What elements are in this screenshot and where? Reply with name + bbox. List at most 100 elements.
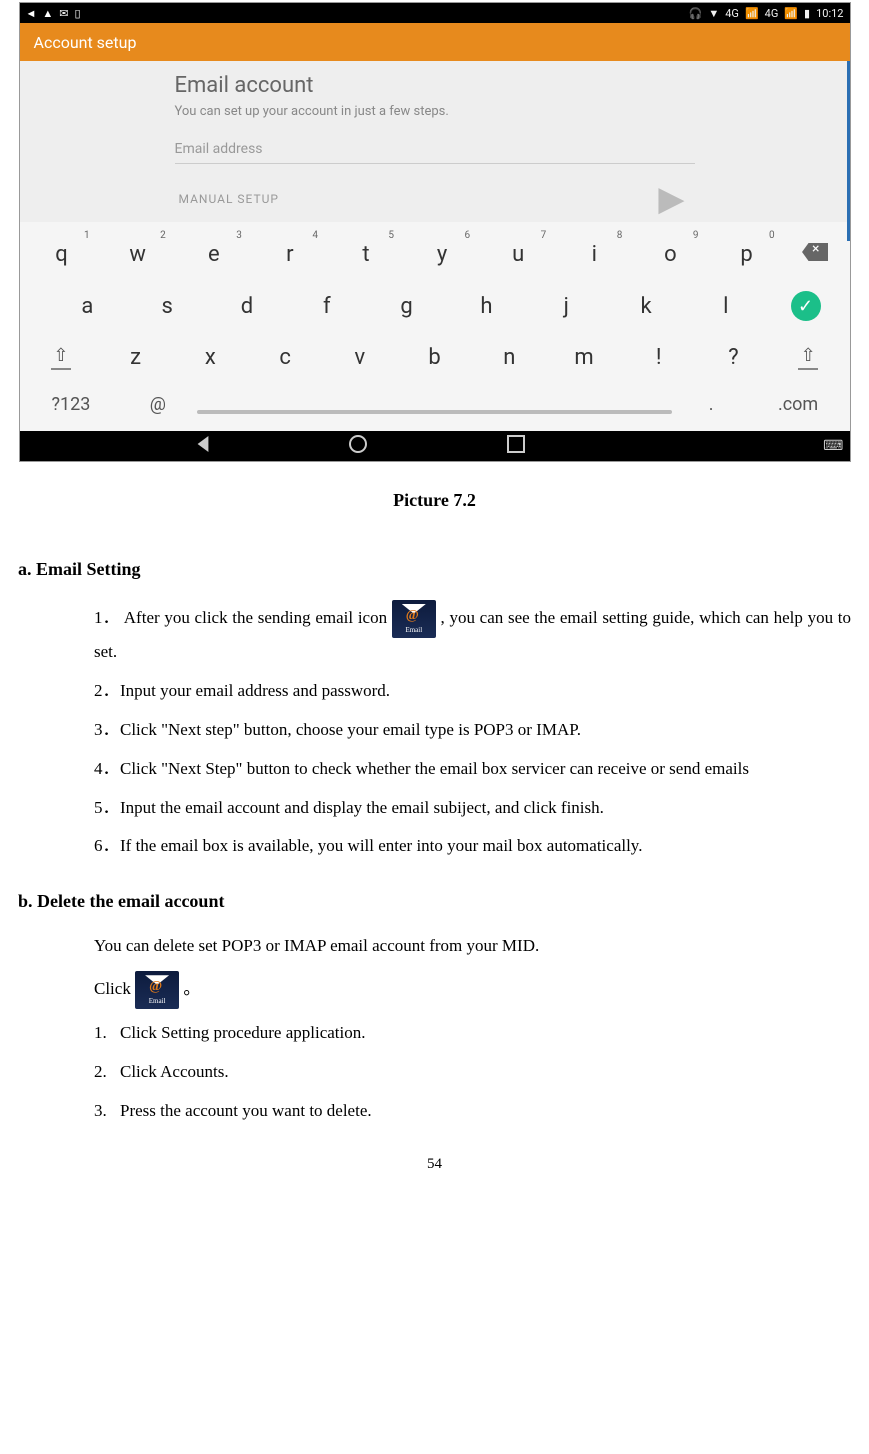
item-number: 1. — [94, 1019, 120, 1048]
key-l[interactable]: l — [686, 284, 766, 329]
period-key[interactable]: . — [672, 384, 751, 425]
form-title: Email account — [175, 73, 695, 98]
key-i[interactable]: 8i — [556, 232, 632, 277]
list-item: 3.Press the account you want to delete. — [94, 1097, 851, 1126]
item-text: Click "Next Step" button to check whethe… — [120, 759, 749, 778]
signal-4g-1: 4G — [725, 7, 739, 20]
signal-icon-2: 📶 — [784, 7, 798, 20]
list-item: 3．Click "Next step" button, choose your … — [94, 716, 851, 745]
enter-key[interactable]: ✓ — [766, 281, 846, 331]
app-bar: Account setup — [20, 23, 850, 61]
at-key[interactable]: @ — [118, 384, 197, 425]
sim-status-icon: ▯ — [75, 7, 81, 20]
key-b[interactable]: b — [397, 335, 472, 380]
item-text-pre: After you click the sending email icon — [124, 608, 392, 627]
key-w[interactable]: 2w — [100, 232, 176, 277]
status-left: ◄ ▲ ✉ ▯ — [26, 7, 81, 20]
right-edge-indicator — [847, 61, 850, 241]
key-?[interactable]: ? — [696, 335, 771, 380]
key-g[interactable]: g — [367, 284, 447, 329]
key-m[interactable]: m — [547, 335, 622, 380]
status-time: 10:12 — [816, 7, 843, 20]
keyboard-row-2: asdfghjkl ✓ — [24, 281, 846, 331]
key-h[interactable]: h — [447, 284, 527, 329]
figure-caption: Picture 7.2 — [18, 490, 851, 511]
page-number: 54 — [18, 1156, 851, 1173]
item-number: 2． — [94, 677, 120, 706]
shift-key[interactable]: ⇧ — [24, 335, 99, 380]
dotcom-key[interactable]: .com — [751, 384, 846, 425]
item-text: Press the account you want to delete. — [120, 1101, 372, 1120]
key-z[interactable]: z — [98, 335, 173, 380]
item-text: Input your email address and password. — [120, 681, 390, 700]
triangle-icon — [197, 436, 208, 452]
key-y[interactable]: 6y — [404, 232, 480, 277]
nav-home-button[interactable] — [349, 435, 367, 457]
battery-icon: ▮ — [804, 7, 810, 20]
list-item: 6．If the email box is available, you wil… — [94, 832, 851, 861]
item-text: Click Setting procedure application. — [120, 1023, 366, 1042]
nav-recent-button[interactable] — [507, 435, 525, 457]
section-b-click-line: Click Email 。 — [94, 971, 851, 1009]
space-key[interactable] — [197, 386, 671, 424]
item-number: 5． — [94, 794, 120, 823]
period-cn: 。 — [183, 979, 200, 998]
email-app-icon: Email — [392, 600, 436, 638]
key-r[interactable]: 4r — [252, 232, 328, 277]
list-item: 1． After you click the sending email ico… — [94, 600, 851, 667]
key-v[interactable]: v — [322, 335, 397, 380]
key-c[interactable]: c — [248, 335, 323, 380]
app-bar-title: Account setup — [34, 33, 137, 52]
item-text: If the email box is available, you will … — [120, 836, 642, 855]
list-item: 4．Click "Next Step" button to check whet… — [94, 755, 851, 784]
item-number: 1． — [94, 604, 120, 633]
email-app-icon: Email — [135, 971, 179, 1009]
signal-icon-1: 📶 — [745, 7, 759, 20]
manual-setup-button[interactable]: MANUAL SETUP — [175, 192, 279, 206]
backspace-icon — [802, 243, 828, 261]
key-d[interactable]: d — [207, 284, 287, 329]
list-item: 2.Click Accounts. — [94, 1058, 851, 1087]
key-a[interactable]: a — [47, 284, 127, 329]
backspace-key[interactable] — [785, 232, 846, 277]
keyboard-row-4: ?123 @ . .com — [24, 384, 846, 425]
signal-4g-2: 4G — [765, 7, 779, 20]
key-o[interactable]: 9o — [632, 232, 708, 277]
shift-key-right[interactable]: ⇧ — [771, 335, 846, 380]
warning-status-icon: ▲ — [42, 7, 53, 20]
key-u[interactable]: 7u — [480, 232, 556, 277]
form-subtitle: You can set up your account in just a fe… — [175, 104, 695, 119]
symbols-key[interactable]: ?123 — [24, 384, 119, 425]
list-item: 1.Click Setting procedure application. — [94, 1019, 851, 1048]
key-t[interactable]: 5t — [328, 232, 404, 277]
status-bar: ◄ ▲ ✉ ▯ 🎧 ▼ 4G 📶 4G 📶 ▮ 10:12 — [20, 3, 850, 23]
navigation-bar: ⌨ — [20, 431, 850, 461]
key-f[interactable]: f — [287, 284, 367, 329]
key-s[interactable]: s — [127, 284, 207, 329]
key-![interactable]: ! — [621, 335, 696, 380]
key-p[interactable]: 0p — [708, 232, 784, 277]
circle-icon — [349, 435, 367, 453]
nav-back-button[interactable] — [197, 436, 209, 456]
check-icon: ✓ — [791, 291, 821, 321]
key-n[interactable]: n — [472, 335, 547, 380]
item-text: Input the email account and display the … — [120, 798, 604, 817]
nav-keyboard-icon[interactable]: ⌨ — [823, 438, 843, 454]
list-item: 5．Input the email account and display th… — [94, 794, 851, 823]
keyboard-row-1: 1q2w3e4r5t6y7u8i9o0p — [24, 232, 846, 277]
next-arrow-button[interactable]: ▶ — [658, 182, 694, 216]
key-j[interactable]: j — [526, 284, 606, 329]
section-b-title: b. Delete the email account — [18, 891, 851, 912]
key-e[interactable]: 3e — [176, 232, 252, 277]
email-address-input[interactable]: Email address — [175, 135, 695, 164]
key-q[interactable]: 1q — [24, 232, 100, 277]
item-number: 3. — [94, 1097, 120, 1126]
item-number: 3． — [94, 716, 120, 745]
keyboard-row-3: ⇧ zxcvbnm!? ⇧ — [24, 335, 846, 380]
square-icon — [507, 435, 525, 453]
key-k[interactable]: k — [606, 284, 686, 329]
key-x[interactable]: x — [173, 335, 248, 380]
click-word: Click — [94, 979, 131, 998]
section-b-list: 1.Click Setting procedure application. 2… — [94, 1019, 851, 1126]
item-text: Click Accounts. — [120, 1062, 229, 1081]
